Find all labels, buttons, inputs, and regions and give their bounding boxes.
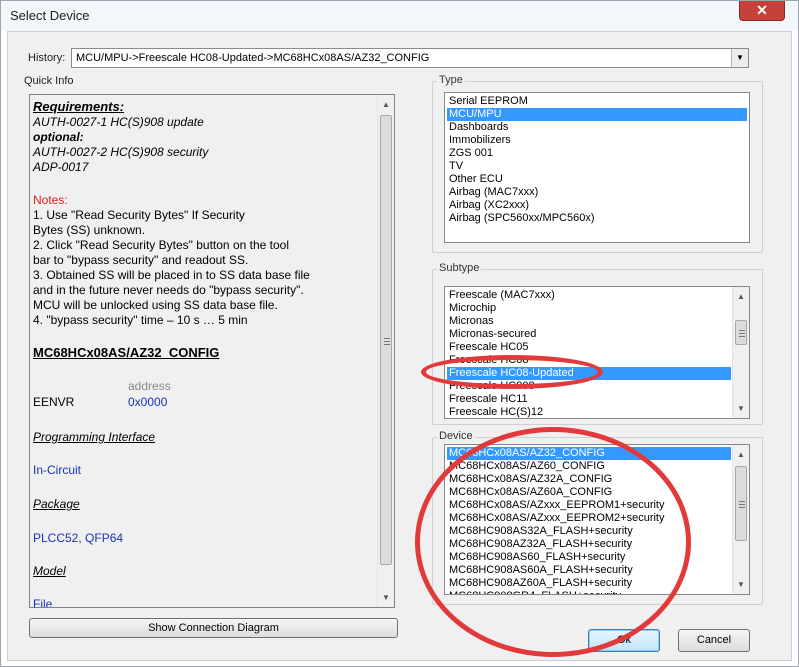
register-address: 0x0000 (128, 395, 168, 409)
device-list-item[interactable]: MC68HCx08AS/AZ60_CONFIG (447, 460, 731, 473)
model-label: Model (33, 564, 66, 578)
requirements-heading: Requirements: (33, 99, 125, 114)
note-line: 1. Use "Read Security Bytes" If Security (33, 208, 245, 222)
device-list-item[interactable]: MC68HC908AZ60A_FLASH+security (447, 577, 731, 590)
subtype-list-item[interactable]: Micronas-secured (447, 328, 731, 341)
device-list-item[interactable]: MC68HC908GR4_FLASH+security (447, 590, 731, 594)
scroll-thumb[interactable] (380, 115, 392, 565)
scroll-thumb[interactable] (735, 466, 747, 541)
subtype-list-item[interactable]: Freescale HC908 (447, 380, 731, 393)
register-name: EENVR (33, 395, 75, 409)
type-list-item[interactable]: Airbag (XC2xxx) (447, 199, 747, 212)
requirement-item: AUTH-0027-1 HC(S)908 update (33, 115, 204, 129)
ok-button[interactable]: Ok (588, 629, 660, 652)
device-list-item[interactable]: MC68HCx08AS/AZ32A_CONFIG (447, 473, 731, 486)
device-label: Device (437, 430, 475, 442)
history-value: MCU/MPU->Freescale HC08-Updated->MC68HCx… (76, 52, 430, 64)
device-title: MC68HCx08AS/AZ32_CONFIG (33, 345, 220, 360)
optional-item: ADP-0017 (33, 160, 89, 174)
subtype-list-item[interactable]: Freescale HC08-Updated (447, 367, 731, 380)
scroll-down-icon[interactable]: ▼ (733, 576, 749, 593)
scroll-up-icon[interactable]: ▲ (378, 96, 394, 113)
type-list-item[interactable]: Serial EEPROM (447, 95, 747, 108)
show-connection-diagram-button[interactable]: Show Connection Diagram (29, 618, 398, 638)
type-listbox[interactable]: Serial EEPROM MCU/MPU Dashboards Immobilize… (444, 92, 750, 243)
device-list-item[interactable]: MC68HC908AS32A_FLASH+security (447, 525, 731, 538)
subtype-list-item[interactable]: Freescale HC05 (447, 341, 731, 354)
subtype-list-item[interactable]: Microchip (447, 302, 731, 315)
note-line: 2. Click "Read Security Bytes" button on… (33, 238, 289, 252)
history-combobox[interactable]: MCU/MPU->Freescale HC08-Updated->MC68HCx… (71, 48, 749, 68)
device-list-item[interactable]: MC68HC908AS60_FLASH+security (447, 551, 731, 564)
note-line: 4. "bypass security" time – 10 s … 5 min (33, 313, 248, 327)
programming-interface-value: In-Circuit (33, 463, 82, 477)
chevron-down-icon[interactable]: ▼ (731, 49, 748, 67)
quick-info-label: Quick Info (24, 75, 74, 87)
scroll-down-icon[interactable]: ▼ (378, 589, 394, 606)
type-list-item[interactable]: Airbag (SPC560xx/MPC560x) (447, 212, 747, 225)
history-label: History: (28, 52, 66, 64)
scroll-up-icon[interactable]: ▲ (733, 446, 749, 463)
device-list-item[interactable]: MC68HCx08AS/AZ60A_CONFIG (447, 486, 731, 499)
model-value: File (33, 597, 53, 608)
note-line: bar to "bypass security" and readout SS. (33, 253, 249, 267)
device-list-item[interactable]: MC68HCx08AS/AZxxx_EEPROM2+security (447, 512, 731, 525)
select-device-window: Select Device ✕ History: MCU/MPU->Freesc… (0, 0, 799, 667)
window-title: Select Device (10, 8, 90, 23)
scroll-down-icon[interactable]: ▼ (733, 400, 749, 417)
quick-info-panel: Requirements: AUTH-0027-1 HC(S)908 updat… (29, 94, 395, 608)
programming-interface-label: Programming Interface (33, 430, 156, 444)
notes-heading: Notes: (33, 193, 68, 207)
close-button[interactable]: ✕ (739, 1, 785, 21)
title-bar: Select Device ✕ (1, 1, 798, 31)
scroll-thumb[interactable] (735, 320, 747, 345)
type-list-item[interactable]: Other ECU (447, 173, 747, 186)
subtype-list-item[interactable]: Freescale (MAC7xxx) (447, 289, 731, 302)
optional-label: optional: (33, 130, 84, 144)
type-list-item[interactable]: TV (447, 160, 747, 173)
optional-item: AUTH-0027-2 HC(S)908 security (33, 145, 209, 159)
device-listbox[interactable]: MC68HCx08AS/AZ32_CONFIG MC68HCx08AS/AZ60_… (444, 444, 750, 595)
device-list-item[interactable]: MC68HC908AS60A_FLASH+security (447, 564, 731, 577)
type-label: Type (437, 74, 465, 86)
quick-info-scrollbar[interactable]: ▲ ▼ (377, 95, 394, 607)
subtype-scrollbar[interactable]: ▲ ▼ (732, 287, 749, 418)
cancel-button[interactable]: Cancel (678, 629, 750, 652)
device-list-item[interactable]: MC68HCx08AS/AZxxx_EEPROM1+security (447, 499, 731, 512)
device-list-item[interactable]: MC68HCx08AS/AZ32_CONFIG (447, 447, 731, 460)
subtype-list-item[interactable]: Freescale HC(S)12 (447, 406, 731, 418)
scroll-up-icon[interactable]: ▲ (733, 288, 749, 305)
device-list-item[interactable]: MC68HC908AZ32A_FLASH+security (447, 538, 731, 551)
subtype-label: Subtype (437, 262, 482, 274)
address-header: address (128, 379, 171, 393)
subtype-listbox[interactable]: Freescale (MAC7xxx) Microchip Micronas Micr… (444, 286, 750, 419)
package-label: Package (33, 497, 80, 511)
type-list-item[interactable]: Airbag (MAC7xxx) (447, 186, 747, 199)
type-list-item[interactable]: MCU/MPU (447, 108, 747, 121)
type-list-item[interactable]: Immobilizers (447, 134, 747, 147)
note-line: Bytes (SS) unknown. (33, 223, 146, 237)
note-line: and in the future never needs do "bypass… (33, 283, 304, 297)
subtype-list-item[interactable]: Micronas (447, 315, 731, 328)
package-value: PLCC52, QFP64 (33, 531, 124, 545)
note-line: MCU will be unlocked using SS data base … (33, 298, 278, 312)
type-list-item[interactable]: Dashboards (447, 121, 747, 134)
subtype-list-item[interactable]: Freescale HC11 (447, 393, 731, 406)
device-scrollbar[interactable]: ▲ ▼ (732, 445, 749, 594)
note-line: 3. Obtained SS will be placed in to SS d… (33, 268, 310, 282)
subtype-list-item[interactable]: Freescale HC08 (447, 354, 731, 367)
type-list-item[interactable]: ZGS 001 (447, 147, 747, 160)
